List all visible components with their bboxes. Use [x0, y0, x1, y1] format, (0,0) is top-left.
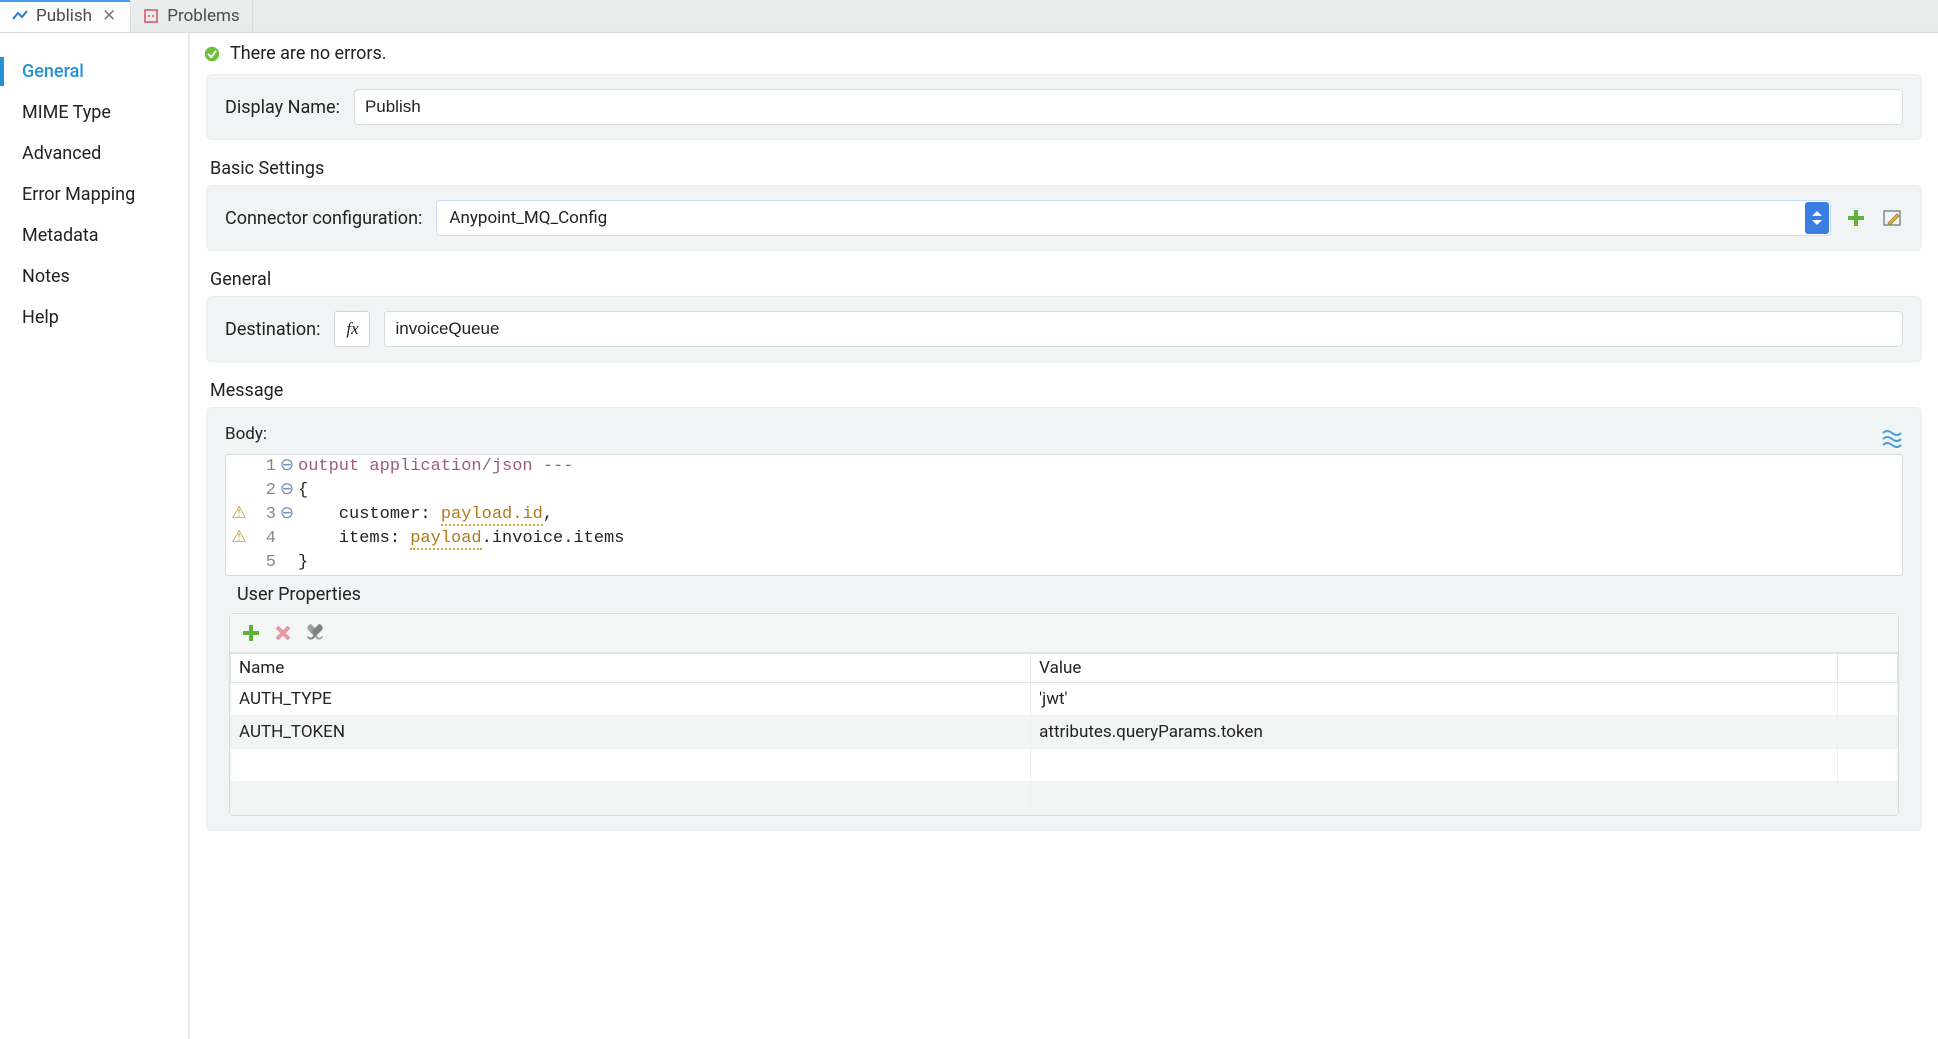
destination-label: Destination:	[225, 319, 320, 340]
warning-icon: ⚠	[226, 503, 252, 527]
delete-property-button[interactable]	[272, 622, 294, 644]
close-icon[interactable]: ✕	[100, 6, 118, 26]
status-text: There are no errors.	[230, 43, 387, 64]
column-header-spacer	[1838, 654, 1898, 683]
connector-config-value: Anypoint_MQ_Config	[449, 208, 607, 228]
tab-problems-label: Problems	[167, 6, 239, 26]
warning-icon: ⚠	[226, 527, 252, 551]
display-name-input[interactable]	[354, 89, 1903, 125]
chevron-updown-icon[interactable]	[1805, 202, 1829, 234]
tab-bar: Publish ✕ Problems	[0, 0, 1938, 33]
sidebar-item-advanced[interactable]: Advanced	[0, 133, 188, 174]
connector-config-select[interactable]: Anypoint_MQ_Config	[436, 200, 1831, 236]
general-group: Destination: fx	[206, 296, 1922, 362]
content-pane: There are no errors. Display Name: Basic…	[190, 33, 1938, 1039]
status-bar: There are no errors.	[190, 33, 1938, 74]
message-section-title: Message	[190, 376, 1938, 407]
sidebar-item-mime-type[interactable]: MIME Type	[0, 92, 188, 133]
basic-settings-title: Basic Settings	[190, 154, 1938, 185]
sidebar-item-metadata[interactable]: Metadata	[0, 215, 188, 256]
sidebar-item-notes[interactable]: Notes	[0, 256, 188, 297]
table-row[interactable]: AUTH_TOKEN attributes.queryParams.token	[231, 716, 1898, 749]
table-row[interactable]	[231, 749, 1898, 782]
user-properties-title: User Properties	[225, 576, 1903, 613]
sidebar-item-help[interactable]: Help	[0, 297, 188, 338]
user-properties-box: Name Value AUTH_TYPE 'jwt' AUTH_TOKEN	[229, 613, 1899, 816]
display-name-group: Display Name:	[206, 74, 1922, 140]
tab-problems[interactable]: Problems	[131, 0, 252, 32]
problems-icon	[143, 8, 159, 24]
tools-button[interactable]	[304, 622, 326, 644]
tab-publish-label: Publish	[36, 6, 92, 26]
table-row[interactable]: AUTH_TYPE 'jwt'	[231, 683, 1898, 716]
dataweave-design-icon[interactable]	[1881, 427, 1903, 449]
publish-icon	[12, 8, 28, 24]
column-header-value[interactable]: Value	[1031, 654, 1838, 683]
sidebar-item-error-mapping[interactable]: Error Mapping	[0, 174, 188, 215]
user-properties-table[interactable]: Name Value AUTH_TYPE 'jwt' AUTH_TOKEN	[230, 653, 1898, 815]
body-editor[interactable]: 1⊖output application/json --- 2⊖{ ⚠3⊖ cu…	[225, 454, 1903, 576]
body-label: Body:	[225, 422, 1881, 454]
display-name-label: Display Name:	[225, 97, 340, 118]
sidebar: General MIME Type Advanced Error Mapping…	[0, 33, 190, 1039]
general-section-title: General	[190, 265, 1938, 296]
destination-input[interactable]	[384, 311, 1903, 347]
message-group: Body: 1⊖output application/json --- 2⊖{ …	[206, 407, 1922, 831]
fx-button[interactable]: fx	[334, 311, 370, 347]
ok-check-icon	[204, 46, 220, 62]
sidebar-item-general[interactable]: General	[0, 51, 188, 92]
table-row[interactable]	[231, 782, 1898, 815]
basic-settings-group: Connector configuration: Anypoint_MQ_Con…	[206, 185, 1922, 251]
edit-config-button[interactable]	[1881, 207, 1903, 229]
add-config-button[interactable]	[1845, 207, 1867, 229]
tab-publish[interactable]: Publish ✕	[0, 0, 131, 32]
column-header-name[interactable]: Name	[231, 654, 1031, 683]
connector-config-label: Connector configuration:	[225, 208, 422, 229]
add-property-button[interactable]	[240, 622, 262, 644]
